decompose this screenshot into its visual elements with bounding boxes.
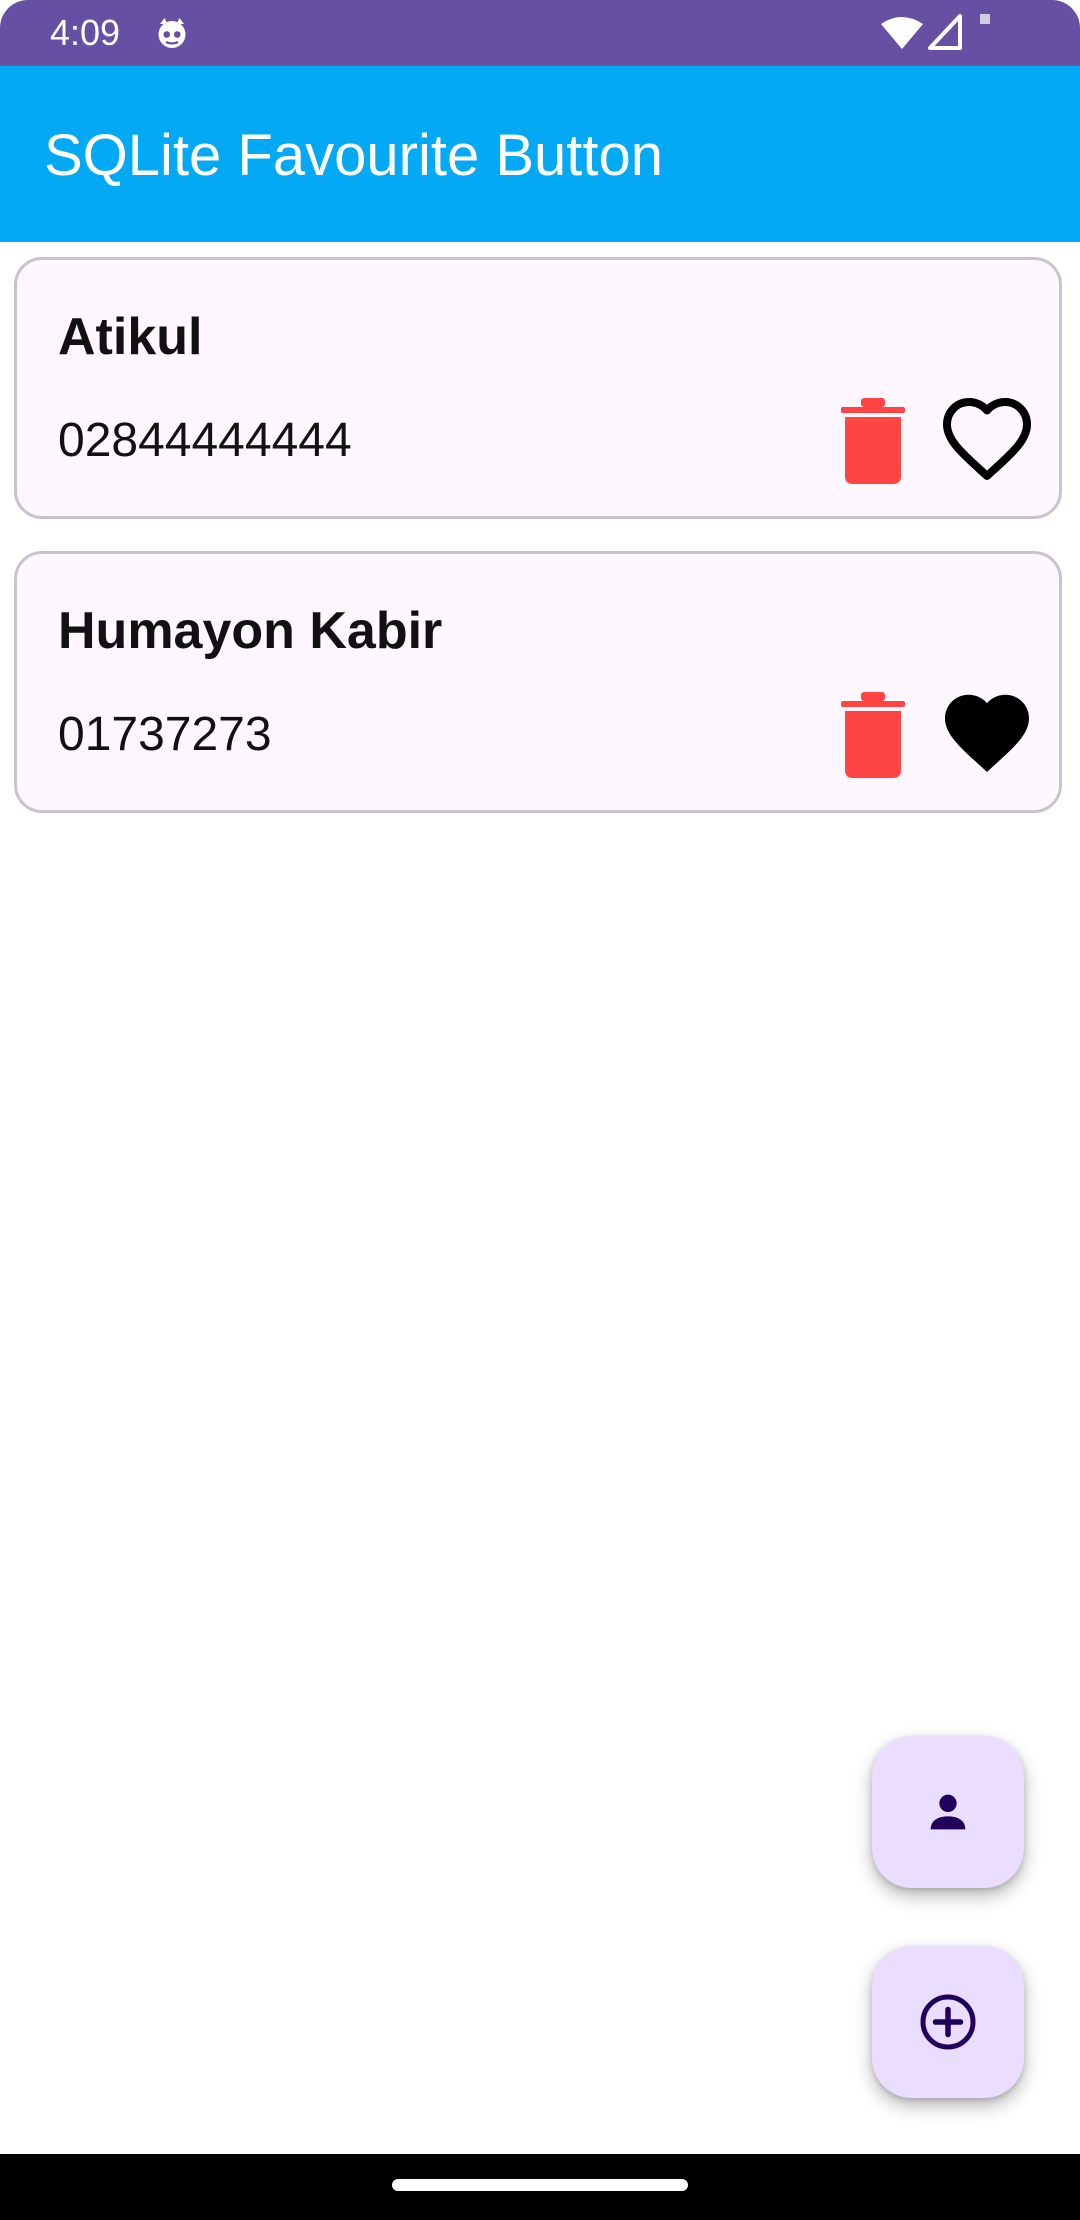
wifi-icon bbox=[881, 17, 923, 49]
status-time: 4:09 bbox=[50, 12, 121, 53]
trash-icon[interactable] bbox=[839, 692, 907, 778]
cat-icon bbox=[158, 18, 186, 48]
cell-signal-icon bbox=[928, 14, 962, 50]
app-bar: SQLite Favourite Button bbox=[0, 66, 1080, 242]
contact-phone: 01737273 bbox=[58, 708, 272, 761]
contact-name: Humayon Kabir bbox=[58, 602, 443, 660]
notification-dot-icon bbox=[980, 14, 990, 24]
home-indicator[interactable] bbox=[392, 2179, 688, 2191]
navigation-bar bbox=[0, 2154, 1080, 2220]
add-fab-button[interactable] bbox=[872, 1946, 1024, 2098]
contact-name: Atikul bbox=[58, 308, 203, 366]
contact-phone: 02844444444 bbox=[58, 414, 352, 467]
app-title: SQLite Favourite Button bbox=[44, 123, 663, 188]
heart-filled-icon[interactable] bbox=[939, 688, 1035, 776]
person-fab-button[interactable] bbox=[872, 1736, 1024, 1888]
status-bar: 4:09 bbox=[0, 0, 1080, 66]
app-screen: 4:09 SQLite Favourite Button Atikul 0284… bbox=[0, 0, 1080, 2220]
trash-icon[interactable] bbox=[839, 398, 907, 484]
add-circle-icon bbox=[920, 1994, 976, 2050]
contact-card[interactable]: Atikul 02844444444 bbox=[14, 257, 1062, 519]
person-icon bbox=[930, 1794, 966, 1830]
contact-card[interactable]: Humayon Kabir 01737273 bbox=[14, 551, 1062, 813]
heart-outline-icon[interactable] bbox=[939, 394, 1035, 482]
